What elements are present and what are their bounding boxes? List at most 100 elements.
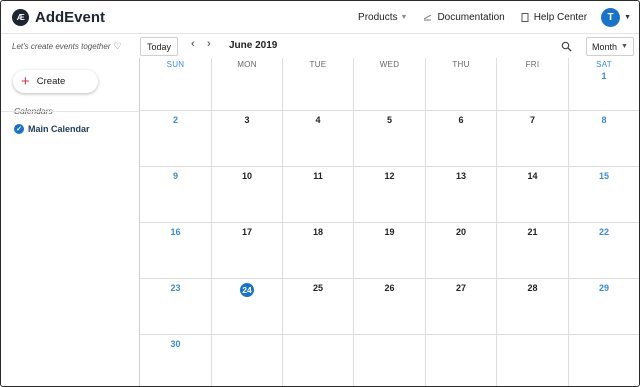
heart-icon[interactable]: ♡ xyxy=(113,41,121,52)
day-number[interactable]: 23 xyxy=(140,283,211,293)
day-cell[interactable]: 25 xyxy=(283,279,354,335)
day-number[interactable]: 8 xyxy=(569,115,639,125)
day-cell[interactable]: 27 xyxy=(426,279,497,335)
day-cell[interactable]: 9 xyxy=(140,167,212,223)
documentation-link[interactable]: Documentation xyxy=(423,11,505,23)
day-number[interactable]: 2 xyxy=(140,115,211,125)
day-cell[interactable]: THU xyxy=(426,58,497,111)
day-number[interactable]: 1 xyxy=(569,71,639,81)
day-number[interactable]: 18 xyxy=(283,227,353,237)
app-window: Æ AddEvent Products ▼ Documentation Help… xyxy=(0,0,640,387)
day-cell[interactable]: 13 xyxy=(426,167,497,223)
day-cell[interactable]: 19 xyxy=(354,223,426,279)
day-number[interactable]: 29 xyxy=(569,283,639,293)
app-name: AddEvent xyxy=(35,8,106,26)
view-select[interactable]: Month ▼ xyxy=(586,37,634,56)
search-icon[interactable] xyxy=(561,39,572,57)
calendar-item-main[interactable]: ✓ Main Calendar xyxy=(14,124,90,134)
day-number[interactable]: 3 xyxy=(212,115,282,125)
day-number[interactable]: 30 xyxy=(140,339,211,349)
day-number[interactable]: 11 xyxy=(283,171,353,181)
day-number[interactable]: 28 xyxy=(497,283,568,293)
products-menu[interactable]: Products ▼ xyxy=(358,12,407,23)
today-button[interactable]: Today xyxy=(140,37,178,56)
day-number[interactable]: 22 xyxy=(569,227,639,237)
day-number[interactable]: 24 xyxy=(212,283,282,297)
day-number[interactable]: 14 xyxy=(497,171,568,181)
day-number[interactable]: 6 xyxy=(426,115,496,125)
account-caret-icon[interactable]: ▼ xyxy=(624,14,631,21)
day-cell[interactable]: 22 xyxy=(569,223,639,279)
day-number[interactable]: 7 xyxy=(497,115,568,125)
day-cell[interactable]: 23 xyxy=(140,279,212,335)
day-cell[interactable]: 14 xyxy=(497,167,569,223)
today-marker[interactable]: 24 xyxy=(240,283,254,297)
weekday-header: SUN xyxy=(166,60,185,69)
day-cell[interactable]: 24 xyxy=(212,279,283,335)
day-cell[interactable]: 29 xyxy=(569,279,639,335)
day-number[interactable]: 10 xyxy=(212,171,282,181)
previous-month-icon[interactable]: ‹ xyxy=(191,38,195,50)
day-cell[interactable] xyxy=(283,335,354,386)
day-number[interactable]: 16 xyxy=(140,227,211,237)
day-cell[interactable]: 4 xyxy=(283,111,354,167)
day-number[interactable]: 26 xyxy=(354,283,425,293)
day-number[interactable]: 17 xyxy=(212,227,282,237)
day-cell[interactable]: 30 xyxy=(140,335,212,386)
day-number[interactable]: 19 xyxy=(354,227,425,237)
day-cell[interactable]: 6 xyxy=(426,111,497,167)
day-cell[interactable]: SUN xyxy=(140,58,212,111)
day-cell[interactable]: 2 xyxy=(140,111,212,167)
day-cell[interactable]: 20 xyxy=(426,223,497,279)
weekday-header: TUE xyxy=(309,60,327,69)
day-cell[interactable]: 8 xyxy=(569,111,639,167)
day-cell[interactable]: 12 xyxy=(354,167,426,223)
day-cell[interactable]: FRI xyxy=(497,58,569,111)
products-label: Products xyxy=(358,11,398,23)
day-number[interactable]: 21 xyxy=(497,227,568,237)
day-cell[interactable]: 3 xyxy=(212,111,283,167)
day-cell[interactable]: 11 xyxy=(283,167,354,223)
day-cell[interactable] xyxy=(212,335,283,386)
create-event-button[interactable]: + Create xyxy=(13,70,98,93)
day-cell[interactable]: 17 xyxy=(212,223,283,279)
chevron-down-icon: ▼ xyxy=(400,13,408,21)
day-cell[interactable]: TUE xyxy=(283,58,354,111)
day-number[interactable]: 9 xyxy=(140,171,211,181)
day-number[interactable]: 5 xyxy=(354,115,425,125)
day-cell[interactable]: WED xyxy=(354,58,426,111)
day-cell[interactable]: 5 xyxy=(354,111,426,167)
day-cell[interactable]: MON xyxy=(212,58,283,111)
avatar[interactable]: T xyxy=(601,7,621,27)
weekday-header: WED xyxy=(379,60,400,69)
day-number[interactable]: 15 xyxy=(569,171,639,181)
documentation-label: Documentation xyxy=(437,11,505,23)
divider xyxy=(1,111,139,112)
day-number[interactable]: 27 xyxy=(426,283,496,293)
day-cell[interactable]: 10 xyxy=(212,167,283,223)
day-cell[interactable]: 16 xyxy=(140,223,212,279)
day-number[interactable]: 4 xyxy=(283,115,353,125)
day-cell[interactable]: SAT 1 xyxy=(569,58,639,111)
day-cell[interactable]: 26 xyxy=(354,279,426,335)
day-cell[interactable] xyxy=(569,335,639,386)
day-cell[interactable]: 15 xyxy=(569,167,639,223)
logo[interactable]: Æ AddEvent xyxy=(12,8,106,26)
day-number[interactable]: 12 xyxy=(354,171,425,181)
day-cell[interactable] xyxy=(497,335,569,386)
day-number[interactable]: 25 xyxy=(283,283,353,293)
day-cell[interactable] xyxy=(426,335,497,386)
weekday-header: SAT xyxy=(596,60,612,69)
help-center-link[interactable]: Help Center xyxy=(521,12,587,23)
day-cell[interactable]: 7 xyxy=(497,111,569,167)
checkmark-icon[interactable]: ✓ xyxy=(14,124,24,134)
day-cell[interactable] xyxy=(354,335,426,386)
day-cell[interactable]: 18 xyxy=(283,223,354,279)
next-month-icon[interactable]: › xyxy=(207,38,211,50)
day-cell[interactable]: 28 xyxy=(497,279,569,335)
day-number[interactable]: 20 xyxy=(426,227,496,237)
calendar-item-label: Main Calendar xyxy=(28,124,90,134)
view-select-value: Month xyxy=(592,41,618,52)
day-number[interactable]: 13 xyxy=(426,171,496,181)
day-cell[interactable]: 21 xyxy=(497,223,569,279)
